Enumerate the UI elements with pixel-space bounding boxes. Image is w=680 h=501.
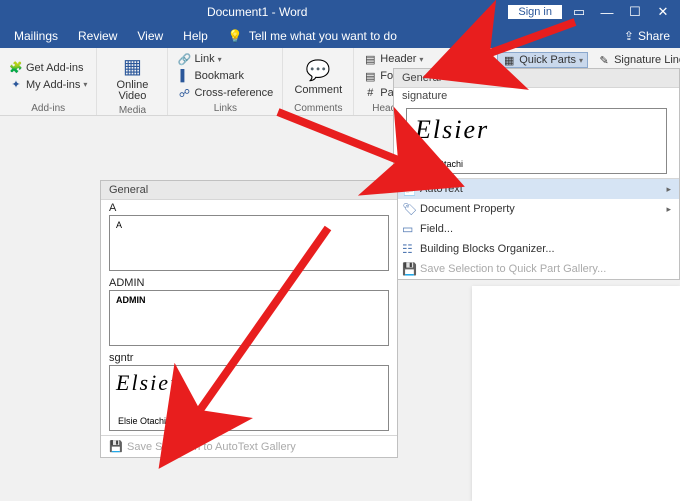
maximize-icon[interactable]: ☐ [624, 4, 646, 20]
lightbulb-icon: 💡 [228, 29, 243, 43]
menu-save-selection-autotext: 💾Save Selection to AutoText Gallery [101, 435, 397, 457]
autotext-entry-sgntr[interactable]: sgntr Elsier Elsie Otachi [101, 350, 397, 435]
comment-button[interactable]: 💬 Comment [289, 50, 347, 102]
autotext-entry-a[interactable]: A A [101, 200, 397, 275]
link-icon: 🔗 [177, 52, 191, 66]
chevron-down-icon: ▾ [579, 56, 583, 65]
header-button[interactable]: ▤Header▾ [360, 51, 458, 67]
chevron-down-icon: ▾ [83, 80, 87, 89]
video-icon: ▦ [118, 52, 146, 80]
menu-save-selection-quick-parts: 💾Save Selection to Quick Part Gallery... [394, 259, 679, 279]
bookmark-button[interactable]: ▌Bookmark [174, 68, 276, 84]
link-button[interactable]: 🔗Link▾ [174, 51, 276, 67]
quick-parts-gallery-header: General [394, 69, 679, 88]
online-video-button[interactable]: ▦ Online Video [103, 50, 161, 104]
comment-icon: 💬 [304, 56, 332, 84]
field-icon: ▭ [402, 222, 420, 236]
close-icon[interactable]: ✕ [652, 4, 674, 20]
bookmark-icon: ▌ [177, 69, 191, 83]
tell-me-search[interactable]: 💡 Tell me what you want to do [218, 24, 407, 48]
group-media-label: Media [103, 104, 161, 116]
signature-preview-text: Elsier [116, 370, 382, 396]
menu-autotext[interactable]: 📄AutoText▸ [394, 179, 679, 199]
my-addins-button[interactable]: ✦My Add-ins▾ [6, 77, 90, 93]
footer-icon: ▤ [363, 69, 377, 83]
quick-parts-flyout: General signature Elsier Elsie Otachi 📄A… [393, 68, 680, 280]
organizer-icon: ☷ [402, 242, 420, 256]
signature-line-button[interactable]: ✎Signature Line▾ [594, 52, 680, 68]
tab-help[interactable]: Help [173, 24, 218, 48]
menu-field[interactable]: ▭Field... [394, 219, 679, 239]
save-icon: 💾 [109, 440, 127, 453]
autotext-entry-admin[interactable]: ADMIN ADMIN [101, 275, 397, 350]
document-title: Document1 - Word [6, 5, 508, 19]
cross-reference-button[interactable]: ☍Cross-reference [174, 85, 276, 101]
get-addins-button[interactable]: 🧩Get Add-ins [6, 60, 90, 76]
title-bar: Document1 - Word Sign in ▭ — ☐ ✕ [0, 0, 680, 24]
signature-preview-name: Elsie Otachi [118, 416, 166, 426]
quick-parts-entry-signature[interactable]: Elsier Elsie Otachi [406, 108, 667, 174]
page-number-icon: # [363, 86, 377, 100]
quick-parts-icon: ▦ [502, 53, 516, 67]
group-comments-label: Comments [289, 102, 347, 114]
menu-document-property[interactable]: 🏷Document Property▸ [394, 199, 679, 219]
tab-mailings[interactable]: Mailings [4, 24, 68, 48]
quick-parts-category-label: signature [394, 88, 679, 104]
document-page[interactable] [472, 286, 680, 501]
signature-icon: ✎ [597, 53, 611, 67]
group-links-label: Links [174, 102, 276, 114]
chevron-right-icon: ▸ [666, 204, 671, 215]
store-icon: 🧩 [9, 61, 23, 75]
signature-preview-name: Elsie Otachi [415, 159, 463, 169]
autotext-flyout: General A A ADMIN ADMIN sgntr Elsier Els… [100, 180, 398, 458]
chevron-right-icon: ▸ [666, 184, 671, 195]
tab-view[interactable]: View [127, 24, 173, 48]
group-addins-label: Add-ins [6, 102, 90, 114]
autotext-icon: 📄 [402, 182, 420, 196]
menu-building-blocks-organizer[interactable]: ☷Building Blocks Organizer... [394, 239, 679, 259]
ribbon-display-icon[interactable]: ▭ [568, 4, 590, 20]
quick-parts-button[interactable]: ▦Quick Parts▾ [497, 52, 588, 68]
share-icon: ⇪ [624, 29, 634, 43]
ribbon-tabs: Mailings Review View Help 💡 Tell me what… [0, 24, 680, 48]
header-icon: ▤ [363, 52, 377, 66]
cross-ref-icon: ☍ [177, 86, 191, 100]
document-property-icon: 🏷 [402, 202, 420, 216]
chevron-down-icon: ▾ [419, 55, 423, 64]
minimize-icon[interactable]: — [596, 5, 618, 20]
tab-review[interactable]: Review [68, 24, 127, 48]
addins-icon: ✦ [9, 78, 23, 92]
chevron-down-icon: ▾ [218, 55, 222, 64]
signature-preview-text: Elsier [415, 115, 658, 145]
autotext-header: General [101, 181, 397, 200]
save-icon: 💾 [402, 262, 420, 276]
sign-in-button[interactable]: Sign in [508, 5, 562, 19]
share-button[interactable]: Share [638, 29, 670, 43]
